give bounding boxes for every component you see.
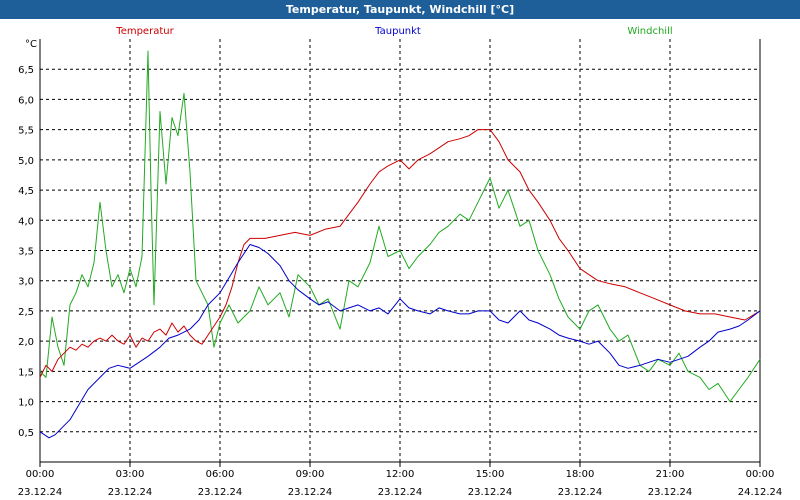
y-tick-label: 4,0	[18, 216, 34, 227]
x-tick-date: 23.12.24	[378, 487, 423, 498]
y-tick-label: 0,5	[18, 428, 34, 439]
y-tick-label: 2,0	[18, 337, 34, 348]
legend-item-temperatur: Temperatur	[115, 26, 174, 37]
x-tick-date: 23.12.24	[558, 487, 603, 498]
y-tick-label: 1,0	[18, 398, 34, 409]
x-tick-date: 23.12.24	[198, 487, 243, 498]
legend-item-windchill: Windchill	[627, 26, 672, 37]
x-tick-time: 00:00	[26, 469, 55, 480]
y-tick-label: 5,0	[18, 156, 34, 167]
x-tick-time: 03:00	[116, 469, 145, 480]
chart-window: Temperatur, Taupunkt, Windchill [°C] 0,5…	[0, 0, 800, 500]
y-tick-label: 2,5	[18, 307, 34, 318]
x-tick-time: 09:00	[296, 469, 325, 480]
y-tick-label: 5,5	[18, 126, 34, 137]
y-tick-label: 3,0	[18, 277, 34, 288]
plot-background	[0, 19, 800, 500]
line-chart: 0,51,01,52,02,53,03,54,04,55,05,56,06,5 …	[0, 19, 800, 500]
chart-title: Temperatur, Taupunkt, Windchill [°C]	[0, 0, 800, 19]
x-tick-date: 23.12.24	[18, 487, 63, 498]
x-tick-time: 06:00	[206, 469, 235, 480]
x-tick-date: 24.12.24	[738, 487, 783, 498]
x-tick-time: 21:00	[656, 469, 685, 480]
y-axis-label: °C	[25, 39, 37, 50]
x-tick-date: 23.12.24	[108, 487, 153, 498]
y-tick-label: 1,5	[18, 367, 34, 378]
x-tick-time: 18:00	[566, 469, 595, 480]
y-tick-label: 4,5	[18, 186, 34, 197]
y-tick-label: 3,5	[18, 247, 34, 258]
x-tick-time: 12:00	[386, 469, 415, 480]
x-tick-time: 15:00	[476, 469, 505, 480]
x-tick-date: 23.12.24	[648, 487, 693, 498]
x-tick-date: 23.12.24	[288, 487, 333, 498]
legend-item-taupunkt: Taupunkt	[374, 26, 421, 37]
x-tick-time: 00:00	[746, 469, 775, 480]
y-tick-label: 6,0	[18, 95, 34, 106]
y-tick-label: 6,5	[18, 65, 34, 76]
x-tick-date: 23.12.24	[468, 487, 513, 498]
